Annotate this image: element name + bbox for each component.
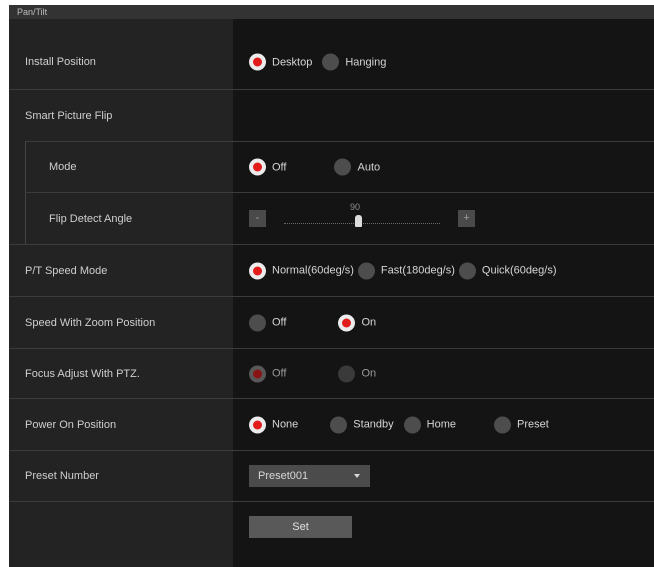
radio-selected-icon — [249, 53, 266, 71]
radio-label: Hanging — [345, 56, 387, 68]
speed-with-zoom-on-radio[interactable]: On — [338, 314, 376, 331]
row-focus-adjust-ptz: Focus Adjust With PTZ. Off On — [9, 349, 654, 398]
preset-number-label: Preset Number — [25, 470, 99, 482]
flip-mode-auto-radio[interactable]: Auto — [334, 158, 381, 176]
decrease-button[interactable]: - — [249, 210, 266, 227]
slider-value: 90 — [350, 201, 361, 212]
select-value: Preset001 — [258, 470, 309, 482]
pan-tilt-panel: Pan/Tilt Install Position Desktop Hangin… — [9, 5, 654, 567]
power-on-position-options: None Standby Home Preset — [249, 416, 549, 433]
radio-selected-icon — [249, 262, 266, 279]
preset-number-control: Preset001 — [249, 465, 370, 487]
radio-unselected-icon — [458, 262, 476, 279]
radio-label: Off — [272, 161, 287, 173]
set-control: Set — [249, 516, 352, 538]
install-position-hanging-radio[interactable]: Hanging — [322, 53, 387, 71]
smart-picture-flip-label: Smart Picture Flip — [25, 110, 113, 122]
radio-selected-icon — [249, 158, 266, 176]
pt-speed-mode-options: Normal(60deg/s) Fast(180deg/s) Quick(60d… — [249, 262, 557, 279]
flip-detect-angle-label: Flip Detect Angle — [49, 212, 133, 225]
flip-detect-angle-control: - 90 + — [249, 201, 475, 234]
radio-label: On — [361, 316, 377, 329]
chevron-down-icon — [354, 474, 360, 478]
row-pt-speed-mode: P/T Speed Mode Normal(60deg/s) Fast(180d… — [9, 245, 654, 296]
radio-selected-icon — [249, 416, 266, 433]
radio-label: On — [361, 367, 377, 380]
radio-label: Quick(60deg/s) — [481, 264, 557, 277]
row-speed-with-zoom: Speed With Zoom Position Off On — [9, 297, 654, 348]
slider-thumb-icon[interactable] — [355, 214, 362, 227]
flip-mode-label: Mode — [49, 161, 77, 173]
radio-selected-icon — [249, 365, 266, 382]
flip-detect-angle-slider[interactable]: 90 — [272, 201, 452, 234]
radio-label: Fast(180deg/s) — [380, 264, 455, 277]
power-on-home-radio[interactable]: Home — [403, 416, 457, 433]
radio-unselected-icon — [322, 53, 340, 71]
speed-with-zoom-options: Off On — [249, 314, 386, 331]
radio-unselected-icon — [334, 158, 352, 176]
radio-label: Standby — [353, 418, 394, 431]
pt-speed-fast-radio[interactable]: Fast(180deg/s) — [357, 262, 455, 279]
power-on-preset-radio[interactable]: Preset — [494, 416, 549, 433]
install-position-label: Install Position — [25, 56, 96, 68]
radio-label: Auto — [357, 161, 381, 173]
radio-unselected-icon — [338, 365, 356, 382]
radio-label: Off — [272, 367, 287, 380]
focus-adjust-on-radio[interactable]: On — [338, 365, 376, 382]
install-position-desktop-radio[interactable]: Desktop — [249, 53, 313, 71]
speed-with-zoom-off-radio[interactable]: Off — [249, 314, 286, 331]
row-flip-detect-angle: Flip Detect Angle - 90 + — [9, 193, 654, 244]
row-install-position: Install Position Desktop Hanging — [9, 38, 654, 86]
preset-number-select[interactable]: Preset001 — [249, 465, 370, 487]
flip-mode-off-radio[interactable]: Off — [249, 158, 287, 176]
row-set: Set — [9, 502, 654, 552]
radio-unselected-icon — [494, 416, 512, 433]
radio-selected-icon — [338, 314, 356, 331]
radio-unselected-icon — [357, 262, 375, 279]
radio-label: Preset — [517, 418, 549, 431]
power-on-none-radio[interactable]: None — [249, 416, 298, 433]
radio-unselected-icon — [249, 314, 266, 331]
row-smart-picture-flip: Smart Picture Flip — [9, 91, 654, 141]
row-flip-mode: Mode Off Auto — [9, 142, 654, 192]
flip-mode-options: Off Auto — [249, 158, 390, 176]
radio-unselected-icon — [403, 416, 421, 433]
slider-track — [284, 222, 440, 224]
focus-adjust-ptz-options: Off On — [249, 365, 386, 382]
focus-adjust-ptz-label: Focus Adjust With PTZ. — [25, 367, 140, 380]
row-preset-number: Preset Number Preset001 — [9, 451, 654, 501]
install-position-options: Desktop Hanging — [249, 53, 396, 71]
radio-label: Normal(60deg/s) — [272, 264, 354, 277]
radio-label: Home — [426, 418, 457, 431]
radio-label: None — [272, 418, 299, 431]
power-on-standby-radio[interactable]: Standby — [330, 416, 394, 433]
pt-speed-mode-label: P/T Speed Mode — [25, 264, 108, 277]
radio-unselected-icon — [330, 416, 348, 433]
panel-title: Pan/Tilt — [9, 5, 654, 19]
power-on-position-label: Power On Position — [25, 418, 117, 431]
divider — [9, 89, 654, 90]
pt-speed-quick-radio[interactable]: Quick(60deg/s) — [458, 262, 557, 279]
set-button[interactable]: Set — [249, 516, 352, 538]
increase-button[interactable]: + — [458, 210, 475, 227]
speed-with-zoom-label: Speed With Zoom Position — [25, 316, 156, 329]
radio-label: Off — [272, 316, 287, 329]
row-power-on-position: Power On Position None Standby Home Pres… — [9, 399, 654, 450]
focus-adjust-off-radio[interactable]: Off — [249, 365, 286, 382]
pt-speed-normal-radio[interactable]: Normal(60deg/s) — [249, 262, 354, 279]
radio-label: Desktop — [272, 56, 313, 68]
